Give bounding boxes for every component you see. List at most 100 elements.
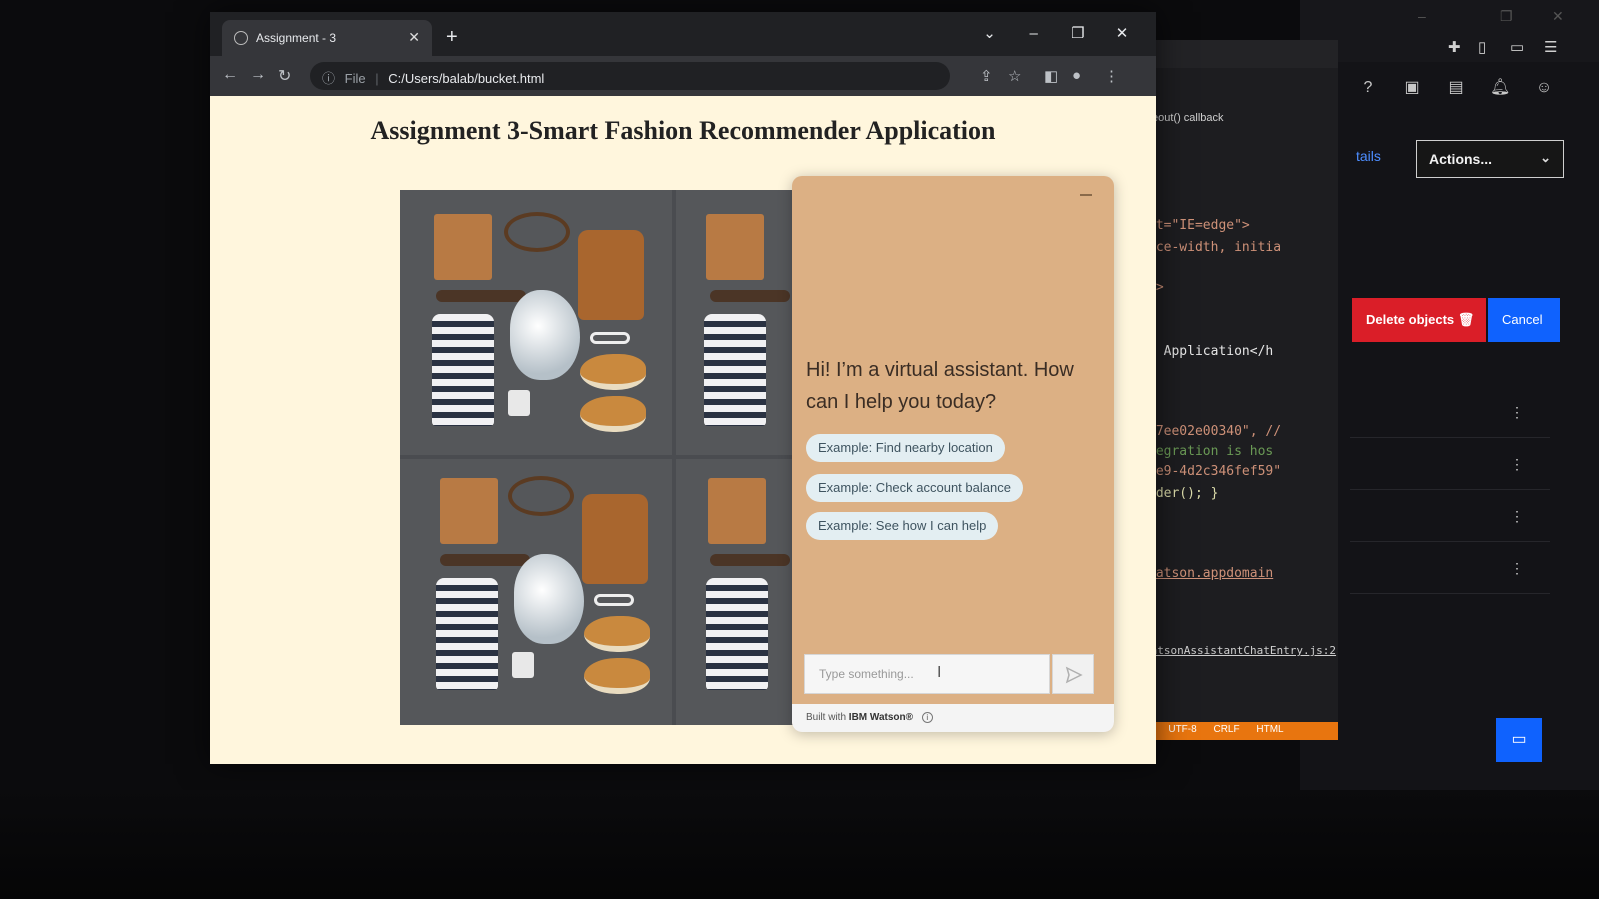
striped-shirt-shape bbox=[436, 578, 498, 690]
cost-icon[interactable]: ▤ bbox=[1446, 78, 1466, 98]
minimize-icon[interactable]: – bbox=[1014, 25, 1054, 42]
tab-title: Assignment - 3 bbox=[256, 31, 337, 45]
overflow-menu-icon[interactable]: ⋮ bbox=[1510, 560, 1524, 577]
console-close-icon[interactable]: ✕ bbox=[1552, 8, 1564, 25]
status-item[interactable]: CRLF bbox=[1213, 724, 1239, 735]
share-icon[interactable]: ⇪ bbox=[980, 67, 993, 85]
actions-dropdown[interactable]: Actions... ⌄ bbox=[1416, 140, 1564, 178]
bag-strap-shape bbox=[504, 212, 570, 252]
striped-shirt-shape bbox=[706, 578, 768, 690]
code-line: tegration is hos bbox=[1148, 444, 1274, 459]
text-cursor-icon: I bbox=[937, 664, 942, 681]
belt-shape bbox=[440, 554, 530, 566]
chat-input-row: Type something... I bbox=[804, 654, 1094, 694]
console-maximize-icon[interactable]: ❐ bbox=[1500, 8, 1513, 25]
send-button[interactable] bbox=[1052, 654, 1094, 694]
tote-bag-shape bbox=[440, 478, 498, 544]
globe-icon bbox=[234, 31, 248, 45]
object-row[interactable]: ⋮ bbox=[1350, 492, 1550, 542]
bookmark-star-icon[interactable]: ☆ bbox=[1008, 67, 1021, 85]
tab-search-icon[interactable]: ⌄ bbox=[969, 24, 1009, 42]
footer-brand: IBM Watson® bbox=[848, 712, 914, 723]
browser-tab[interactable]: Assignment - 3 ✕ bbox=[222, 20, 432, 56]
code-editor-window bbox=[1150, 40, 1338, 740]
chat-icon: ▭ bbox=[1511, 731, 1527, 748]
notification-icon[interactable]: 🔔︎ bbox=[1490, 78, 1510, 98]
tote-bag-shape bbox=[434, 214, 492, 280]
satchel-shape bbox=[578, 230, 644, 320]
image-divider bbox=[400, 455, 800, 459]
chat-message-input[interactable]: Type something... bbox=[804, 654, 1050, 694]
overflow-menu-icon[interactable]: ⋮ bbox=[1510, 508, 1524, 525]
code-line: watson.appdomain bbox=[1148, 566, 1274, 581]
overflow-menu-icon[interactable]: ⋮ bbox=[1510, 456, 1524, 473]
send-icon bbox=[1065, 666, 1083, 684]
code-line: nder(); } bbox=[1148, 486, 1219, 501]
virtual-assistant-chat: Hi! I’m a virtual assistant. How can I h… bbox=[792, 176, 1114, 732]
camera-shape bbox=[512, 652, 534, 678]
info-icon[interactable]: i bbox=[921, 712, 933, 723]
assistant-greeting: Hi! I’m a virtual assistant. How can I h… bbox=[806, 359, 1074, 413]
cancel-button[interactable]: Cancel bbox=[1488, 298, 1560, 342]
menu-icon[interactable]: ☰ bbox=[1544, 38, 1557, 56]
delete-objects-button[interactable]: Delete objects 🗑︎ bbox=[1352, 298, 1486, 342]
tab-close-icon[interactable]: ✕ bbox=[408, 29, 420, 46]
back-icon[interactable]: ← bbox=[222, 66, 238, 84]
minimize-chat-icon[interactable] bbox=[1080, 194, 1092, 196]
extensions-icon[interactable]: ✚ bbox=[1448, 38, 1461, 56]
profile-icon[interactable]: ● bbox=[1072, 67, 1081, 84]
code-line: 3e9-4d2c346fef59" bbox=[1148, 464, 1282, 479]
restore-icon[interactable]: ❐ bbox=[1058, 24, 1098, 42]
suggestion-how-help[interactable]: Example: See how I can help bbox=[806, 512, 999, 540]
object-row[interactable]: ⋮ bbox=[1350, 544, 1550, 594]
striped-shirt-shape bbox=[432, 314, 494, 426]
object-row[interactable]: ⋮ bbox=[1350, 440, 1550, 490]
url-scheme: File bbox=[344, 71, 366, 86]
code-line: r Application</h bbox=[1148, 344, 1274, 359]
new-tab-button[interactable]: + bbox=[446, 26, 458, 49]
side-panel-icon[interactable]: ◧ bbox=[1044, 67, 1058, 85]
address-bar[interactable]: ⓘ File | C:/Users/balab/bucket.html bbox=[310, 62, 950, 90]
tote-bag-shape bbox=[706, 214, 764, 280]
monitor-bezel bbox=[0, 790, 1599, 899]
satchel-shape bbox=[582, 494, 648, 584]
wallet-icon[interactable]: ▭ bbox=[1510, 38, 1524, 56]
suggestion-check-balance[interactable]: Example: Check account balance bbox=[806, 474, 1023, 502]
belt-shape bbox=[710, 554, 790, 566]
console-link[interactable]: WatsonAssistantChatEntry.js:2 bbox=[1144, 644, 1336, 657]
boot-shape bbox=[584, 616, 650, 652]
image-divider bbox=[672, 190, 676, 725]
support-chat-button[interactable]: ▭ bbox=[1496, 718, 1542, 762]
url-path: C:/Users/balab/bucket.html bbox=[388, 71, 545, 86]
status-item[interactable]: UTF-8 bbox=[1168, 724, 1196, 735]
forward-icon[interactable]: → bbox=[250, 66, 266, 84]
site-info-icon[interactable]: ⓘ bbox=[322, 71, 335, 86]
window-controls: ⌄ – ❐ ✕ bbox=[969, 24, 1142, 42]
object-row[interactable]: ⋮ bbox=[1350, 388, 1550, 438]
page-body: Assignment 3-Smart Fashion Recommender A… bbox=[210, 96, 1156, 764]
chat-footer: Built with IBM Watson® i bbox=[792, 704, 1114, 732]
code-line: eout() callback bbox=[1152, 112, 1224, 124]
user-icon[interactable]: ☺︎ bbox=[1534, 78, 1554, 98]
actions-dropdown-label: Actions... bbox=[1429, 151, 1493, 167]
belt-shape bbox=[710, 290, 790, 302]
belt-shape bbox=[436, 290, 526, 302]
url-separator: | bbox=[375, 71, 379, 86]
sidebar-icon[interactable]: ▯ bbox=[1478, 38, 1486, 56]
close-window-icon[interactable]: ✕ bbox=[1102, 24, 1142, 42]
suggestion-find-location[interactable]: Example: Find nearby location bbox=[806, 434, 1005, 462]
details-tab[interactable]: tails bbox=[1356, 148, 1381, 164]
reload-icon[interactable]: ↻ bbox=[278, 66, 291, 86]
editor-status-bar: 4 UTF-8 CRLF HTML bbox=[1140, 722, 1338, 740]
browser-menu-icon[interactable]: ⋮ bbox=[1104, 67, 1119, 85]
console-minimize-icon[interactable]: – bbox=[1418, 8, 1426, 24]
sunglasses-shape bbox=[590, 332, 630, 344]
browser-window: Assignment - 3 ✕ + ⌄ – ❐ ✕ ← → ↻ ⓘ File … bbox=[210, 12, 1156, 764]
help-icon[interactable]: ? bbox=[1358, 78, 1378, 98]
browser-toolbar: ← → ↻ ⓘ File | C:/Users/balab/bucket.htm… bbox=[210, 56, 1156, 96]
overflow-menu-icon[interactable]: ⋮ bbox=[1510, 404, 1524, 421]
calendar-icon[interactable]: ▣ bbox=[1402, 78, 1422, 98]
status-item[interactable]: HTML bbox=[1256, 724, 1283, 735]
code-line: .ce-width, initia bbox=[1148, 240, 1282, 255]
striped-shirt-shape bbox=[704, 314, 766, 426]
